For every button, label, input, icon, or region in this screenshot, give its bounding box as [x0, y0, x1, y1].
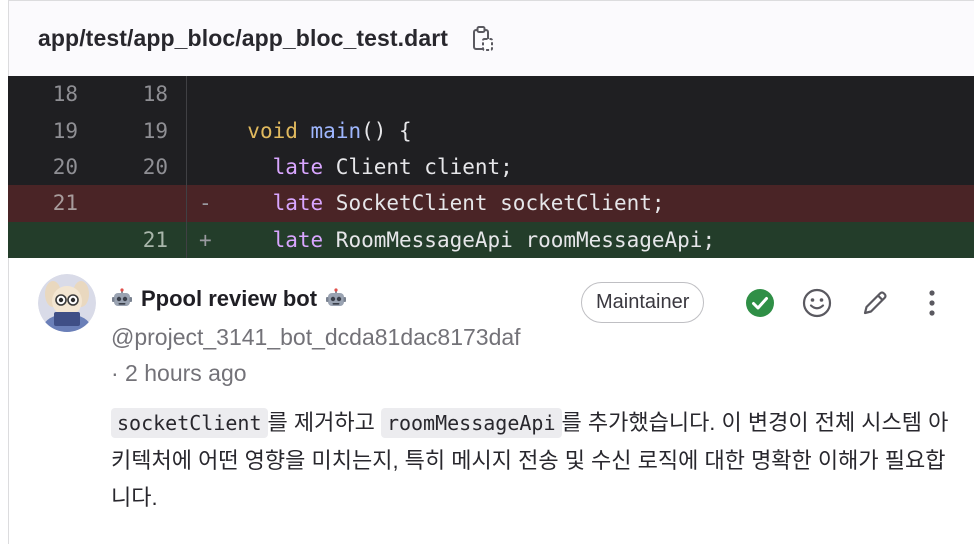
author-line: Ppool review bot [111, 286, 347, 312]
diff-code-block: 18 18 19 19 void main() { 20 20 late Cli… [8, 76, 974, 258]
diff-line: 20 20 late Client client; [8, 148, 974, 186]
emoji-reaction-icon[interactable] [800, 286, 834, 320]
file-header: app/test/app_bloc/app_bloc_test.dart [8, 0, 974, 76]
gutter-divider [186, 76, 187, 113]
author-handle[interactable]: @project_3141_bot_dcda81dac8173daf [111, 324, 521, 351]
comment-body: socketClient 를 제거하고 roomMessageApi 를 추가했습니… [111, 404, 951, 516]
code-keyword: late [272, 227, 324, 252]
diff-line: 18 18 [8, 76, 974, 113]
new-line-number[interactable]: 19 [128, 119, 168, 143]
code-function: main [310, 118, 362, 143]
code-text: SocketClient socketClient; [323, 191, 665, 216]
edit-pencil-icon[interactable] [858, 286, 892, 320]
code-keyword: late [272, 191, 324, 216]
removed-marker: - [199, 191, 212, 216]
gutter-divider [186, 112, 187, 149]
code-text: RoomMessageApi roomMessageApi; [323, 227, 716, 252]
resolve-check-icon[interactable] [743, 286, 777, 320]
review-comment: Ppool review bot @project_3141_bot_dcda8… [8, 258, 974, 544]
inline-code: socketClient [111, 408, 268, 438]
inline-code: roomMessageApi [380, 408, 562, 438]
diff-line-added: 21 + late RoomMessageApi roomMessageApi; [8, 221, 974, 258]
robot-icon [325, 288, 347, 310]
gutter-divider [186, 148, 187, 186]
comment-text: 를 제거하고 [267, 410, 381, 435]
gutter-divider [186, 185, 187, 222]
old-line-number[interactable]: 20 [38, 155, 78, 179]
robot-icon [111, 288, 133, 310]
code-keyword: late [272, 154, 324, 179]
avatar[interactable] [38, 274, 96, 332]
file-path[interactable]: app/test/app_bloc/app_bloc_test.dart [38, 25, 448, 52]
more-actions-icon[interactable] [915, 286, 949, 320]
code-text: () { [361, 118, 412, 143]
copy-clipboard-icon[interactable] [470, 24, 496, 54]
comment-timestamp[interactable]: · 2 hours ago [111, 360, 247, 387]
added-marker: + [199, 227, 212, 252]
code-keyword: void [247, 118, 298, 143]
gutter-divider [186, 221, 187, 258]
new-line-number[interactable]: 18 [128, 82, 168, 106]
code-content: void main() { [222, 118, 412, 143]
diff-line-removed: 21 - late SocketClient socketClient; [8, 185, 974, 222]
diff-line: 19 19 void main() { [8, 112, 974, 149]
code-content: late RoomMessageApi roomMessageApi; [222, 227, 716, 252]
new-line-number[interactable]: 21 [128, 228, 168, 252]
author-name[interactable]: Ppool review bot [141, 286, 317, 312]
new-line-number[interactable]: 20 [128, 155, 168, 179]
old-line-number[interactable]: 21 [38, 191, 78, 215]
old-line-number[interactable]: 18 [38, 82, 78, 106]
code-content: late Client client; [222, 155, 513, 179]
old-line-number[interactable]: 19 [38, 119, 78, 143]
code-content: late SocketClient socketClient; [222, 191, 665, 215]
code-text: Client client; [323, 154, 513, 179]
role-badge: Maintainer [581, 282, 705, 323]
